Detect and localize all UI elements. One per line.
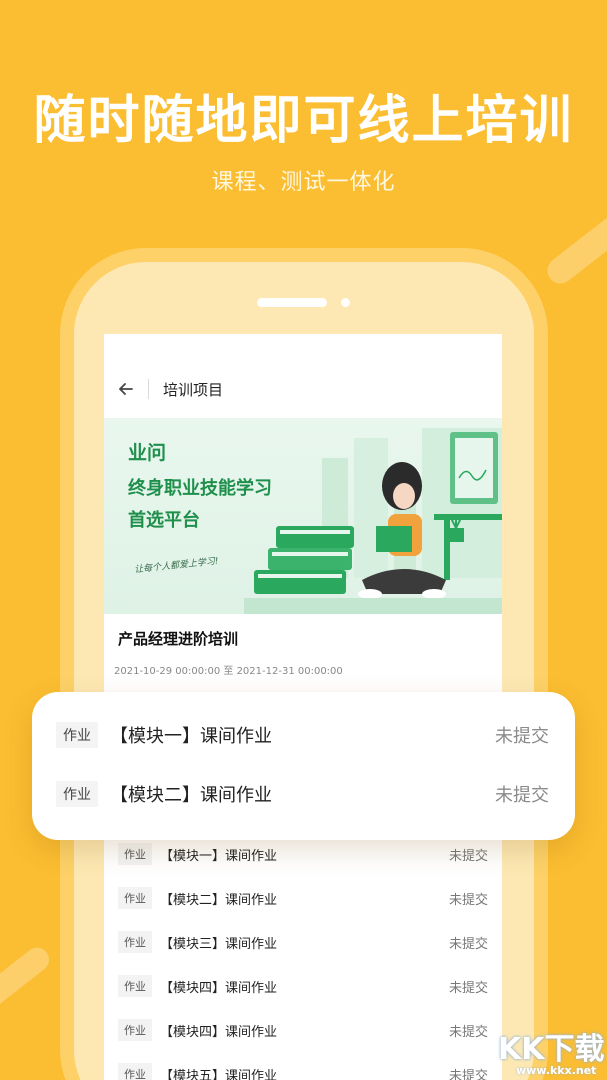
- list-item[interactable]: 作业 【模块二】课间作业 未提交: [104, 876, 502, 920]
- assignment-name: 【模块一】课间作业: [160, 848, 278, 864]
- assignment-name: 【模块二】课间作业: [160, 892, 278, 908]
- nav-bar: 培训项目: [104, 370, 502, 408]
- phone-speaker: [257, 298, 327, 307]
- assignment-name: 【模块三】课间作业: [160, 936, 278, 952]
- hero-title: 随时随地即可线上培训: [33, 91, 574, 151]
- phone-mockup: 培训项目 业问 终身职业技能学习 首选平台 让每个人都爱上学习! 产品经理进阶培…: [74, 262, 534, 1080]
- back-button[interactable]: [104, 370, 148, 408]
- assignment-status: 未提交: [448, 848, 488, 864]
- assignment-status: 未提交: [448, 936, 488, 952]
- assignment-status: 未提交: [448, 1024, 488, 1040]
- watermark-url: www.kkx.net: [516, 1064, 597, 1077]
- assignment-name: 【模块五】课间作业: [160, 1068, 278, 1080]
- assignment-name: 【模块一】课间作业: [110, 726, 272, 747]
- nav-divider: [148, 379, 149, 399]
- assignment-tag: 作业: [118, 1063, 152, 1080]
- course-date-range: 2021-10-29 00:00:00 至 2021-12-31 00:00:0…: [114, 666, 343, 677]
- decorative-stroke: [542, 209, 607, 289]
- assignment-name: 【模块二】课间作业: [110, 785, 272, 806]
- assignment-tag: 作业: [118, 887, 152, 909]
- course-banner: 业问 终身职业技能学习 首选平台 让每个人都爱上学习!: [104, 418, 502, 614]
- highlight-card: 作业 【模块一】课间作业 未提交 作业 【模块二】课间作业 未提交: [32, 692, 575, 840]
- assignment-tag: 作业: [56, 781, 98, 807]
- page-title: 培训项目: [163, 380, 224, 399]
- assignment-tag: 作业: [118, 1019, 152, 1041]
- assignment-status: 未提交: [495, 726, 549, 747]
- assignment-tag: 作业: [118, 975, 152, 997]
- assignment-tag: 作业: [118, 843, 152, 865]
- watermark-logo: KK下载 www.kkx.net: [490, 1024, 606, 1080]
- list-item[interactable]: 作业 【模块三】课间作业 未提交: [104, 920, 502, 964]
- list-item[interactable]: 作业 【模块五】课间作业 未提交: [104, 1052, 502, 1080]
- hero-subtitle: 课程、测试一体化: [211, 170, 396, 195]
- banner-slogan: 首选平台: [128, 510, 200, 531]
- assignment-tag: 作业: [118, 931, 152, 953]
- assignment-status: 未提交: [448, 1068, 488, 1080]
- decorative-stroke: [0, 942, 54, 1018]
- assignment-name: 【模块四】课间作业: [160, 1024, 278, 1040]
- highlight-list-item[interactable]: 作业 【模块一】课间作业 未提交: [32, 715, 575, 755]
- assignment-tag: 作业: [56, 722, 98, 748]
- banner-slogan: 终身职业技能学习: [128, 478, 272, 499]
- assignment-status: 未提交: [448, 892, 488, 908]
- watermark-text: KK下载: [498, 1032, 605, 1067]
- course-title: 产品经理进阶培训: [118, 630, 239, 648]
- brand-logo-text: 业问: [128, 442, 167, 464]
- assignment-status: 未提交: [448, 980, 488, 996]
- arrow-left-icon: [119, 383, 133, 395]
- phone-camera: [341, 298, 350, 307]
- assignment-status: 未提交: [495, 785, 549, 806]
- assignment-name: 【模块四】课间作业: [160, 980, 278, 996]
- highlight-list-item[interactable]: 作业 【模块二】课间作业 未提交: [32, 774, 575, 814]
- list-item[interactable]: 作业 【模块四】课间作业 未提交: [104, 1008, 502, 1052]
- list-item[interactable]: 作业 【模块四】课间作业 未提交: [104, 964, 502, 1008]
